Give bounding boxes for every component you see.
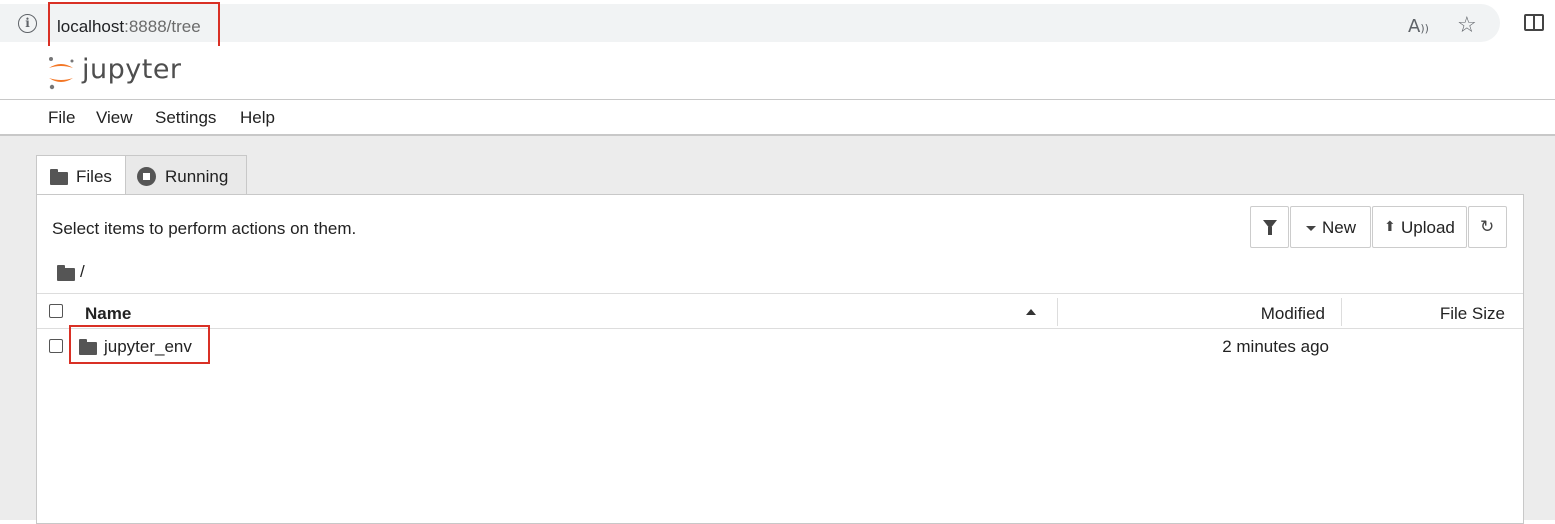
upload-button[interactable]: ⬆ Upload [1372,206,1467,248]
browser-toolbar: i localhost:8888/tree A)) ☆ [0,0,1555,49]
menu-settings[interactable]: Settings [155,108,216,128]
file-modified: 2 minutes ago [1222,337,1329,356]
column-file-size[interactable]: File Size [1440,304,1505,324]
stop-circle-icon [137,167,156,186]
row-checkbox[interactable] [49,339,63,353]
read-aloud-icon[interactable]: A)) [1408,16,1429,37]
new-button-label: New [1322,218,1357,237]
tab-running-label: Running [165,167,229,186]
select-all-checkbox[interactable] [49,304,63,318]
jupyter-wordmark[interactable]: jupyter [82,54,182,85]
menu-file[interactable]: File [48,108,75,128]
selection-hint: Select items to perform actions on them. [52,219,357,238]
refresh-button[interactable]: ↻ [1468,206,1507,248]
column-modified[interactable]: Modified [1261,304,1325,324]
menu-bar: File View Settings Help [0,100,1555,136]
refresh-icon: ↻ [1480,217,1495,237]
file-list-header: Name Modified File Size [37,293,1523,329]
site-info-icon[interactable]: i [18,14,37,33]
column-divider [1057,298,1058,326]
column-divider [1341,298,1342,326]
upload-button-label: Upload [1401,218,1455,237]
folder-icon [79,339,97,355]
split-screen-icon[interactable] [1524,14,1544,31]
menu-view[interactable]: View [96,108,133,128]
upload-icon: ⬆ [1384,219,1396,235]
new-button[interactable]: New [1290,206,1371,248]
jupyter-logo-icon[interactable] [46,56,76,90]
favorite-star-icon[interactable]: ☆ [1457,13,1477,38]
file-browser-panel: Select items to perform actions on them.… [36,194,1524,524]
url-highlight-box [48,2,220,49]
address-bar[interactable]: i localhost:8888/tree A)) ☆ [0,4,1500,42]
file-name-link[interactable]: jupyter_env [104,337,192,357]
folder-icon [50,169,68,185]
file-row[interactable]: jupyter_env 2 minutes ago [37,325,1523,365]
main-area: Files Running Select items to perform ac… [0,136,1555,524]
tab-running[interactable]: Running [126,155,247,195]
tab-files[interactable]: Files [36,155,126,195]
tab-files-label: Files [76,167,112,186]
column-name[interactable]: Name [85,304,131,324]
breadcrumb-root[interactable]: / [80,262,85,282]
breadcrumb-home-folder-icon[interactable] [57,265,75,281]
caret-down-icon [1306,226,1316,231]
filter-icon [1263,220,1277,235]
menu-help[interactable]: Help [240,108,275,128]
sort-ascending-icon[interactable] [1026,309,1036,315]
filter-button[interactable] [1250,206,1289,248]
jupyter-header: jupyter [0,46,1555,100]
